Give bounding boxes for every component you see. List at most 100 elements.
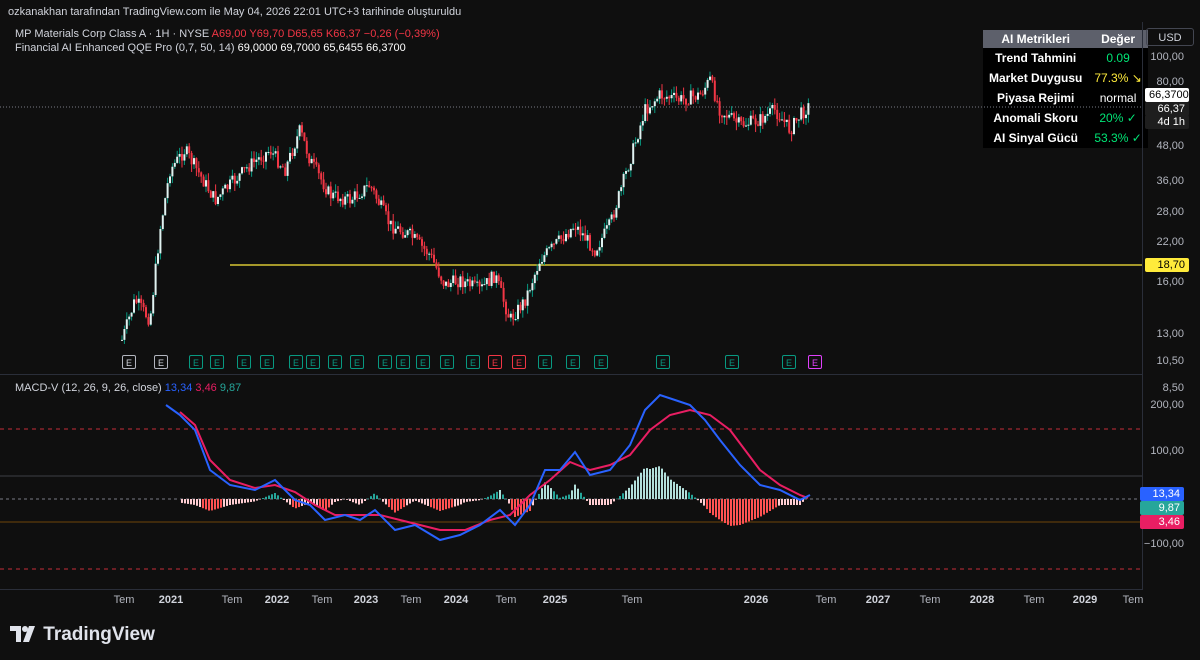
histogram-bar xyxy=(397,499,399,511)
earnings-event-icon[interactable]: E xyxy=(289,355,303,369)
candle-body xyxy=(260,157,263,161)
histogram-bar xyxy=(190,499,192,505)
price-tick: 13,00 xyxy=(1156,328,1184,340)
candle-body xyxy=(257,157,260,160)
candle-body xyxy=(560,235,563,239)
histogram-bar xyxy=(439,499,441,511)
candle-body xyxy=(800,107,803,120)
earnings-event-icon[interactable]: E xyxy=(306,355,320,369)
candle-body xyxy=(697,92,699,100)
earnings-event-icon[interactable]: E xyxy=(328,355,342,369)
candle-body xyxy=(404,235,407,238)
candle-body xyxy=(769,108,771,114)
histogram-bar xyxy=(280,497,282,499)
histogram-bar xyxy=(673,481,675,499)
earnings-event-icon[interactable]: E xyxy=(237,355,251,369)
histogram-bar xyxy=(487,496,489,499)
histogram-bar xyxy=(208,499,210,511)
candle-body xyxy=(785,119,788,122)
histogram-bar xyxy=(697,499,699,501)
earnings-event-icon[interactable]: E xyxy=(782,355,796,369)
pane-separator[interactable] xyxy=(0,374,1142,375)
earnings-event-icon[interactable]: E xyxy=(466,355,480,369)
earnings-event-icon[interactable]: E xyxy=(566,355,580,369)
candle-body xyxy=(221,188,224,195)
histogram-bar xyxy=(508,499,510,504)
candle-body xyxy=(301,125,303,133)
macd-legend[interactable]: MACD-V (12, 26, 9, 26, close) 13,34 3,46… xyxy=(15,382,241,394)
candle-body xyxy=(797,119,800,121)
earnings-event-icon[interactable]: E xyxy=(396,355,410,369)
candle-body xyxy=(733,113,735,119)
candle-body xyxy=(423,245,426,249)
price-tick: 48,00 xyxy=(1156,140,1184,152)
earnings-event-icon[interactable]: E xyxy=(350,355,364,369)
candle-body xyxy=(723,115,726,118)
candle-body xyxy=(761,114,764,123)
candle-body xyxy=(351,199,354,204)
earnings-event-icon[interactable]: E xyxy=(594,355,608,369)
candle-body xyxy=(795,117,798,121)
earnings-event-icon[interactable]: E xyxy=(378,355,392,369)
earnings-event-icon[interactable]: E xyxy=(538,355,552,369)
candle-body xyxy=(365,185,368,187)
currency-button[interactable]: USD xyxy=(1146,28,1194,46)
time-tick: 2026 xyxy=(743,594,769,606)
candle-body xyxy=(658,90,661,99)
earnings-event-icon[interactable]: E xyxy=(260,355,274,369)
earnings-event-icon[interactable]: E xyxy=(154,355,168,369)
candle-body xyxy=(469,279,471,287)
candlestick-series xyxy=(121,71,810,344)
earnings-event-icon[interactable]: E xyxy=(512,355,526,369)
histogram-bar xyxy=(592,499,594,505)
histogram-bar xyxy=(262,498,264,499)
candle-body xyxy=(593,250,596,256)
earnings-event-icon[interactable]: E xyxy=(488,355,502,369)
candle-body xyxy=(677,97,680,102)
earnings-event-icon[interactable]: E xyxy=(122,355,136,369)
candle-body xyxy=(176,156,179,163)
candle-body xyxy=(389,220,392,225)
earnings-event-icon[interactable]: E xyxy=(656,355,670,369)
earnings-event-icon[interactable]: E xyxy=(440,355,454,369)
histogram-bar xyxy=(403,499,405,508)
candle-body xyxy=(509,313,512,318)
candle-body xyxy=(521,299,524,311)
earnings-event-icon[interactable]: E xyxy=(416,355,430,369)
candle-body xyxy=(140,298,143,303)
candle-body xyxy=(269,151,272,155)
histogram-bar xyxy=(409,499,411,504)
histogram-bar xyxy=(562,496,564,499)
candle-body xyxy=(267,151,270,153)
histogram-bar xyxy=(574,484,576,499)
candle-body xyxy=(783,119,786,122)
price-tick: 28,00 xyxy=(1156,206,1184,218)
time-tick: 2024 xyxy=(443,594,469,606)
earnings-event-icon[interactable]: E xyxy=(725,355,739,369)
candle-body xyxy=(305,140,308,154)
candle-body xyxy=(711,76,714,81)
chart-canvas[interactable] xyxy=(0,0,1142,600)
histogram-bar xyxy=(214,499,216,510)
histogram-bar xyxy=(412,499,414,502)
histogram-bar xyxy=(703,499,705,506)
candle-body xyxy=(644,104,647,122)
candle-body xyxy=(541,262,543,264)
candle-body xyxy=(425,248,428,255)
candle-body xyxy=(728,114,731,118)
earnings-event-icon[interactable]: E xyxy=(808,355,822,369)
histogram-bar xyxy=(712,499,714,516)
histogram-bar xyxy=(448,499,450,509)
earnings-event-icon[interactable]: E xyxy=(189,355,203,369)
histogram-bar xyxy=(604,499,606,505)
candle-body xyxy=(313,158,315,162)
histogram-bar xyxy=(382,499,384,502)
histogram-bar xyxy=(376,495,378,499)
candle-body xyxy=(137,298,140,303)
hline-price-badge: 18,70 xyxy=(1145,258,1189,272)
candle-body xyxy=(368,185,371,188)
earnings-event-icon[interactable]: E xyxy=(210,355,224,369)
candle-body xyxy=(625,170,627,174)
histogram-bar xyxy=(460,499,462,505)
candle-body xyxy=(682,95,685,99)
